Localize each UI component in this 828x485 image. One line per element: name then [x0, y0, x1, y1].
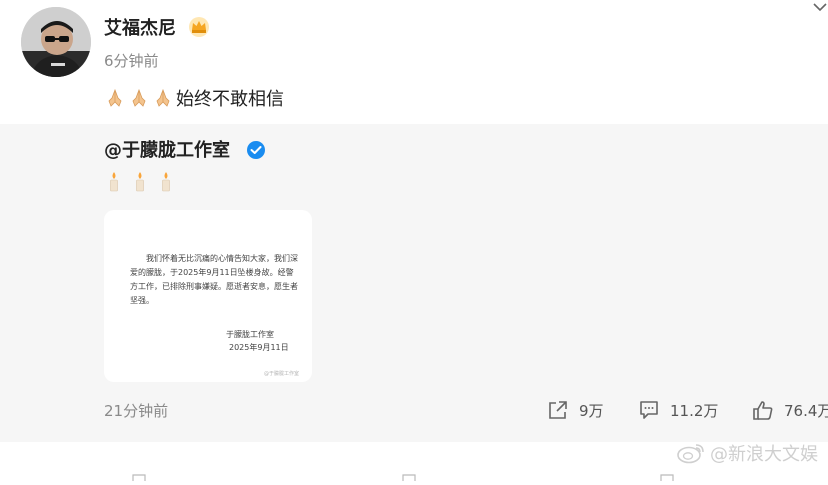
next-post-icon	[402, 466, 416, 481]
comment-button[interactable]: 11.2万	[638, 398, 718, 422]
statement-body: 我们怀着无比沉痛的心情告知大家，我们深爱的朦胧，于2025年9月11日坠楼身故。…	[130, 254, 298, 305]
post-text-content: 始终不敢相信	[176, 89, 284, 110]
share-button[interactable]: 9万	[547, 398, 604, 422]
folded-hands-icon	[128, 87, 150, 109]
folded-hands-icon	[152, 87, 174, 109]
weibo-logo-icon	[676, 442, 706, 464]
post-time: 6分钟前	[104, 52, 159, 70]
thumbs-up-icon	[752, 399, 774, 421]
next-post-icon	[660, 466, 674, 481]
next-post-icon	[132, 466, 146, 481]
candle-icon	[106, 170, 122, 192]
statement-date: 2025年9月11日	[229, 343, 289, 352]
like-button[interactable]: 76.4万	[752, 398, 828, 422]
watermark-text: @新浪大文娱	[710, 444, 818, 465]
statement-signature: 于朦胧工作室	[226, 330, 274, 339]
author-avatar[interactable]	[21, 7, 91, 77]
candle-icon	[132, 170, 148, 192]
chevron-down-icon[interactable]	[812, 0, 828, 14]
post-text: 始终不敢相信	[104, 86, 284, 110]
crown-icon	[188, 16, 210, 38]
share-icon	[547, 399, 569, 421]
like-count: 76.4万	[784, 401, 828, 420]
verified-icon	[246, 140, 266, 160]
image-watermark: @于朦胧工作室	[264, 371, 300, 377]
folded-hands-icon	[104, 87, 126, 109]
candle-icon	[158, 170, 174, 192]
candle-emojis	[106, 170, 174, 194]
author-name[interactable]: 艾福杰尼	[104, 14, 176, 40]
source-watermark: @新浪大文娱	[676, 440, 818, 466]
repost-author[interactable]: @于朦胧工作室	[104, 136, 230, 162]
comment-count: 11.2万	[670, 401, 719, 420]
repost-time: 21分钟前	[104, 402, 169, 420]
comment-icon	[638, 399, 660, 421]
statement-image-card[interactable]: 我们怀着无比沉痛的心情告知大家，我们深爱的朦胧，于2025年9月11日坠楼身故。…	[104, 210, 312, 382]
share-count: 9万	[579, 401, 604, 420]
